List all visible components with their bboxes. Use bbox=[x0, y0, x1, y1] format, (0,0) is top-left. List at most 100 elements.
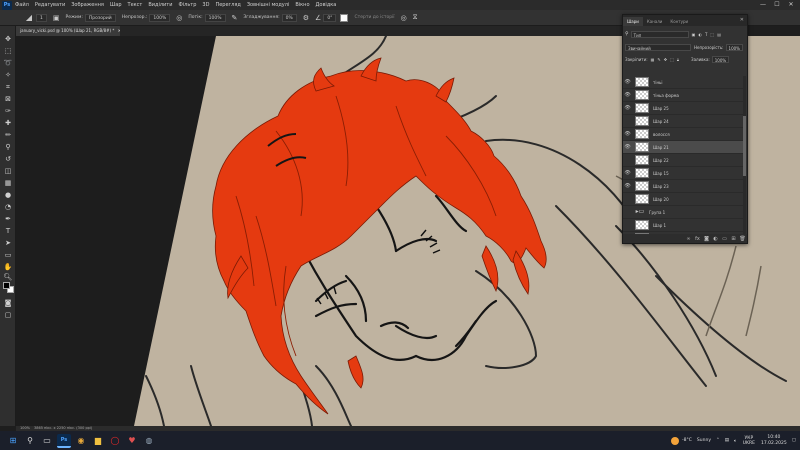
visibility-eye-icon[interactable]: 👁︎ bbox=[623, 183, 632, 189]
maximize-button[interactable]: ☐ bbox=[770, 0, 784, 10]
visibility-eye-icon[interactable]: 👁︎ bbox=[623, 131, 632, 137]
pressure-opacity-icon[interactable]: ◎ bbox=[176, 14, 182, 22]
new-layer-icon[interactable]: ⊞ bbox=[729, 236, 738, 242]
steam-icon[interactable]: ◍ bbox=[142, 434, 156, 448]
lock-artboard-icon[interactable]: ⬚ bbox=[670, 57, 674, 62]
lock-all-icon[interactable]: 🔒︎ bbox=[677, 57, 679, 62]
weather-text[interactable]: Sunny bbox=[697, 438, 711, 443]
layer-group-row[interactable]: ▸▭ Група 1 bbox=[623, 206, 744, 219]
layers-scrollbar-thumb[interactable] bbox=[743, 116, 746, 176]
layer-row[interactable]: 👁︎ Шар 21 bbox=[623, 141, 744, 154]
type-tool-icon[interactable]: T bbox=[3, 226, 13, 236]
rectangle-tool-icon[interactable]: ▭ bbox=[3, 250, 13, 260]
link-icon[interactable]: ∞ bbox=[684, 236, 693, 242]
move-tool-icon[interactable]: ✥ bbox=[3, 34, 13, 44]
quick-select-tool-icon[interactable]: ✧ bbox=[3, 70, 13, 80]
visibility-eye-icon[interactable]: 👁︎ bbox=[623, 170, 632, 176]
clock[interactable]: 10:40 17.02.2025 bbox=[761, 435, 787, 446]
menu-image[interactable]: Зображення bbox=[71, 2, 104, 8]
angle-field[interactable]: 0° bbox=[323, 13, 337, 22]
clone-stamp-tool-icon[interactable]: ⚲ bbox=[3, 142, 13, 152]
opacity-field[interactable]: 100% bbox=[149, 13, 171, 22]
app-icon[interactable]: ♥ bbox=[125, 434, 139, 448]
symmetry-icon[interactable]: ⧖ bbox=[413, 13, 418, 22]
tab-channels[interactable]: Канали bbox=[643, 17, 667, 26]
menu-file[interactable]: Файл bbox=[15, 2, 29, 8]
windows-start-icon[interactable]: ⊞ bbox=[6, 434, 20, 448]
language-indicator[interactable]: УКР UKRE bbox=[743, 436, 755, 446]
layer-row[interactable]: 👁︎ Шар 23 bbox=[623, 180, 744, 193]
visibility-eye-icon[interactable]: 👁︎ bbox=[623, 105, 632, 111]
layer-row[interactable]: 👁︎ Шар 25 bbox=[623, 102, 744, 115]
menu-type[interactable]: Текст bbox=[128, 2, 143, 8]
pressure-size-icon[interactable]: ◎ bbox=[401, 14, 407, 22]
layer-fill-field[interactable]: 100% bbox=[711, 55, 730, 63]
hand-tool-icon[interactable]: ✋ bbox=[3, 262, 13, 272]
eyedropper-tool-icon[interactable]: ✑ bbox=[3, 106, 13, 116]
eraser-tool-icon[interactable]: ◫ bbox=[3, 166, 13, 176]
quick-mask-icon[interactable]: ◙ bbox=[3, 298, 13, 308]
menu-window[interactable]: Вікно bbox=[295, 2, 309, 8]
explorer-icon[interactable]: ▆ bbox=[91, 434, 105, 448]
airbrush-icon[interactable]: ✎ bbox=[232, 14, 238, 22]
blend-mode-select[interactable]: Звичайний bbox=[625, 43, 691, 51]
lock-pixels-icon[interactable]: ✎ bbox=[657, 57, 660, 62]
weather-temp[interactable]: -8°C bbox=[682, 438, 692, 443]
fx-icon[interactable]: fx bbox=[693, 236, 702, 242]
path-select-tool-icon[interactable]: ➤ bbox=[3, 238, 13, 248]
opera-icon[interactable]: ◯ bbox=[108, 434, 122, 448]
marquee-tool-icon[interactable]: ⬚ bbox=[3, 46, 13, 56]
visibility-eye-icon[interactable]: 👁︎ bbox=[623, 79, 632, 85]
brush-tool-icon[interactable]: ✏ bbox=[3, 130, 13, 140]
flow-field[interactable]: 100% bbox=[204, 13, 226, 22]
menu-view[interactable]: Перегляд bbox=[215, 2, 240, 8]
dodge-tool-icon[interactable]: ◔ bbox=[3, 202, 13, 212]
layer-filter-select[interactable]: Тип bbox=[630, 30, 689, 38]
filter-type-icon[interactable]: T bbox=[705, 32, 707, 37]
erase-history-checkbox[interactable] bbox=[340, 13, 349, 22]
menu-filter[interactable]: Фільтр bbox=[178, 2, 196, 8]
filter-smart-icon[interactable]: ▤ bbox=[717, 32, 721, 37]
layer-row[interactable]: 👁︎ волосся bbox=[623, 128, 744, 141]
layer-row[interactable]: Шар 20 bbox=[623, 193, 744, 206]
visibility-eye-icon[interactable]: 👁︎ bbox=[623, 144, 632, 150]
filter-pixel-icon[interactable]: ▣ bbox=[692, 32, 696, 37]
close-window-button[interactable]: ✕ bbox=[784, 0, 798, 10]
layer-row[interactable]: 👁︎ тіньа форма bbox=[623, 89, 744, 102]
smoothing-field[interactable]: 0% bbox=[281, 13, 297, 22]
lasso-tool-icon[interactable]: ➰ bbox=[3, 58, 13, 68]
blur-tool-icon[interactable]: ● bbox=[3, 190, 13, 200]
mode-select[interactable]: Прозорий bbox=[84, 13, 116, 22]
layer-row[interactable]: Шар 22 bbox=[623, 154, 744, 167]
mask-icon[interactable]: ◙ bbox=[702, 236, 711, 242]
tab-layers[interactable]: Шари bbox=[623, 17, 643, 26]
layer-row[interactable]: 👁︎ Шар 15 bbox=[623, 167, 744, 180]
screen-mode-icon[interactable]: ▢ bbox=[3, 310, 13, 320]
menu-plugins[interactable]: Зовнішні модулі bbox=[247, 2, 290, 8]
pen-tool-icon[interactable]: ✒ bbox=[3, 214, 13, 224]
healing-brush-tool-icon[interactable]: ✚ bbox=[3, 118, 13, 128]
visibility-eye-icon[interactable]: 👁︎ bbox=[623, 92, 632, 98]
folder-icon[interactable]: ▭ bbox=[720, 236, 729, 242]
brush-size-picker[interactable]: 1 bbox=[36, 13, 47, 22]
lock-transparent-icon[interactable]: ▦ bbox=[651, 57, 655, 62]
menu-layer[interactable]: Шар bbox=[110, 2, 122, 8]
menu-select[interactable]: Виділити bbox=[148, 2, 172, 8]
chrome-icon[interactable]: ◉ bbox=[74, 434, 88, 448]
tab-paths[interactable]: Контури bbox=[666, 17, 692, 26]
crop-tool-icon[interactable]: ⌗ bbox=[3, 82, 13, 92]
document-tab[interactable]: january_vicki.psd @ 100% (Шар 21, RGB/8#… bbox=[16, 26, 120, 36]
document-tab-close-icon[interactable]: ✕ bbox=[118, 28, 120, 33]
brush-settings-icon[interactable]: ▣ bbox=[53, 14, 60, 22]
layer-row[interactable]: 👁︎ тіньі bbox=[623, 76, 744, 89]
layers-scrollbar[interactable] bbox=[743, 76, 746, 242]
filter-shape-icon[interactable]: ⬚ bbox=[710, 32, 714, 37]
search-icon[interactable]: ⚲ bbox=[23, 434, 37, 448]
menu-edit[interactable]: Редагувати bbox=[35, 2, 65, 8]
volume-icon[interactable]: 🔈︎ bbox=[734, 438, 737, 444]
network-icon[interactable]: ▤ bbox=[725, 438, 729, 443]
menu-help[interactable]: Довідка bbox=[316, 2, 337, 8]
layer-row[interactable]: Шар 1 bbox=[623, 219, 744, 232]
tray-chevron-icon[interactable]: ⌃ bbox=[716, 438, 720, 443]
foreground-color-swatch[interactable] bbox=[3, 282, 10, 289]
